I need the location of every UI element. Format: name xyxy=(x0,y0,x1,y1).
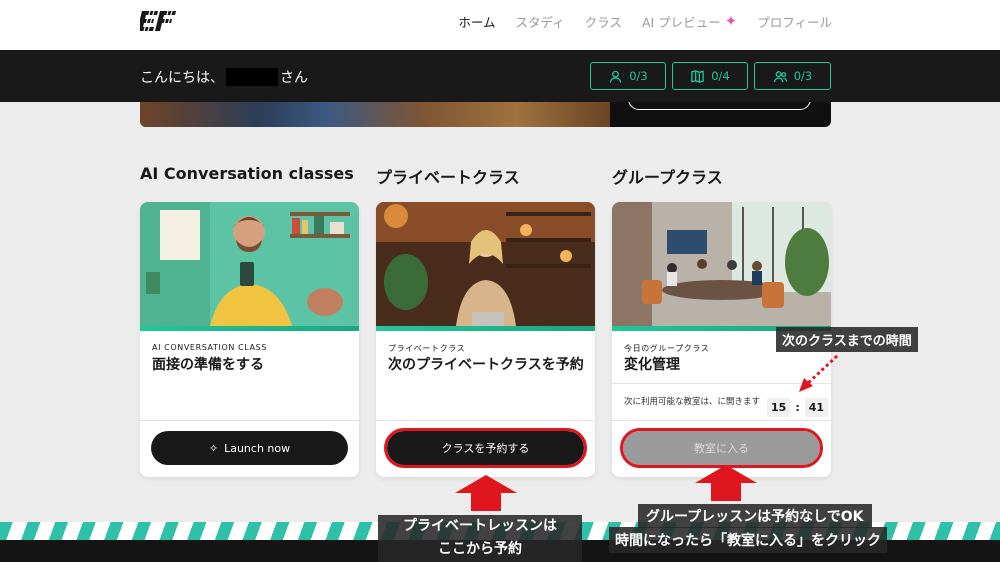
nav-label: AI プレビュー xyxy=(641,15,721,30)
card-accent-stripe xyxy=(376,326,595,331)
sparkle-icon: ✦ xyxy=(724,12,738,30)
nav-label: クラス xyxy=(584,15,622,30)
arrow-up-icon xyxy=(455,475,517,511)
private-class-card: プライベートクラス 次のプライベートクラスを予約 クラスを予約する xyxy=(376,202,595,477)
card-kicker: 今日のグループクラス xyxy=(624,344,710,353)
countdown-timer: 15 : 41 xyxy=(767,398,829,417)
section-title-private: プライベートクラス xyxy=(376,168,520,187)
hero-banner xyxy=(140,102,831,127)
ef-logo[interactable] xyxy=(140,9,178,33)
private-class-photo xyxy=(376,202,595,326)
stat-value: 0/3 xyxy=(629,69,648,83)
card-title: 変化管理 xyxy=(624,357,680,373)
ai-class-photo xyxy=(140,202,359,326)
nav-label: スタディ xyxy=(515,15,565,30)
stat-private-classes[interactable]: 0/3 xyxy=(590,62,666,90)
stat-value: 0/3 xyxy=(793,69,813,83)
timer-seconds: 41 xyxy=(804,398,829,417)
card-divider xyxy=(140,420,359,421)
annotation-private: プライベートレッスンは ここから予約 xyxy=(378,515,582,562)
section-title-ai: AI Conversation classes xyxy=(140,164,354,183)
greeting-bar: こんにちは、 さん 0/3 0/4 0/3 xyxy=(0,50,1000,102)
stat-study[interactable]: 0/4 xyxy=(672,62,748,90)
nav-item-class[interactable]: クラス xyxy=(585,12,622,31)
nav-item-ai-preview[interactable]: AI プレビュー ✦ xyxy=(642,12,737,31)
hero-button[interactable] xyxy=(628,102,811,110)
button-label: Launch now xyxy=(224,441,291,455)
section-title-group: グループクラス xyxy=(612,168,723,187)
annotation-private-line1: プライベートレッスンは xyxy=(403,518,557,534)
stat-value: 0/4 xyxy=(711,69,730,83)
stat-group-classes[interactable]: 0/3 xyxy=(754,62,831,90)
launch-now-button[interactable]: ✧ Launch now xyxy=(151,431,348,465)
sparkle-icon: ✧ xyxy=(208,441,219,455)
arrow-up-icon xyxy=(695,465,757,501)
annotation-group-line2: 時間になったら「教室に入る」をクリック xyxy=(609,527,887,553)
highlight-outline xyxy=(384,428,587,468)
redacted-name xyxy=(226,68,278,86)
group-class-photo xyxy=(612,202,831,326)
main-nav: ホーム スタディ クラス AI プレビュー ✦ プロフィール xyxy=(438,12,832,31)
book-icon xyxy=(691,69,705,83)
greeting-text: こんにちは、 さん xyxy=(140,67,308,87)
nav-label: プロフィール xyxy=(757,15,832,30)
person-icon xyxy=(609,70,622,83)
card-accent-stripe xyxy=(140,326,359,331)
card-title: 面接の準備をする xyxy=(152,357,264,373)
card-kicker: AI CONVERSATION CLASS xyxy=(152,343,267,352)
top-navigation: ホーム スタディ クラス AI プレビュー ✦ プロフィール xyxy=(0,0,1000,50)
card-divider xyxy=(612,420,831,421)
timer-minutes: 15 xyxy=(767,398,791,417)
nav-item-profile[interactable]: プロフィール xyxy=(757,12,832,31)
card-title: 次のプライベートクラスを予約 xyxy=(388,357,584,373)
annotation-group-line1: グループレッスンは予約なしでOK xyxy=(638,504,872,528)
group-icon xyxy=(773,70,788,82)
greeting-prefix: こんにちは、 xyxy=(140,70,224,86)
next-classroom-info: 次に利用可能な教室は、に開きます xyxy=(624,397,761,407)
greeting-suffix: さん xyxy=(280,70,308,86)
timer-separator: : xyxy=(795,401,800,414)
ai-conversation-card: AI CONVERSATION CLASS 面接の準備をする ✧ Launch … xyxy=(140,202,359,477)
annotation-private-line2: ここから予約 xyxy=(438,541,522,557)
card-divider xyxy=(376,420,595,421)
nav-label: ホーム xyxy=(458,15,496,30)
highlight-outline xyxy=(620,428,823,468)
dotted-arrow-icon xyxy=(799,354,839,392)
nav-item-study[interactable]: スタディ xyxy=(516,12,565,31)
annotation-time-label: 次のクラスまでの時間 xyxy=(776,327,918,352)
nav-item-home[interactable]: ホーム xyxy=(458,12,495,31)
card-kicker: プライベートクラス xyxy=(388,344,466,353)
hero-image xyxy=(140,102,610,127)
